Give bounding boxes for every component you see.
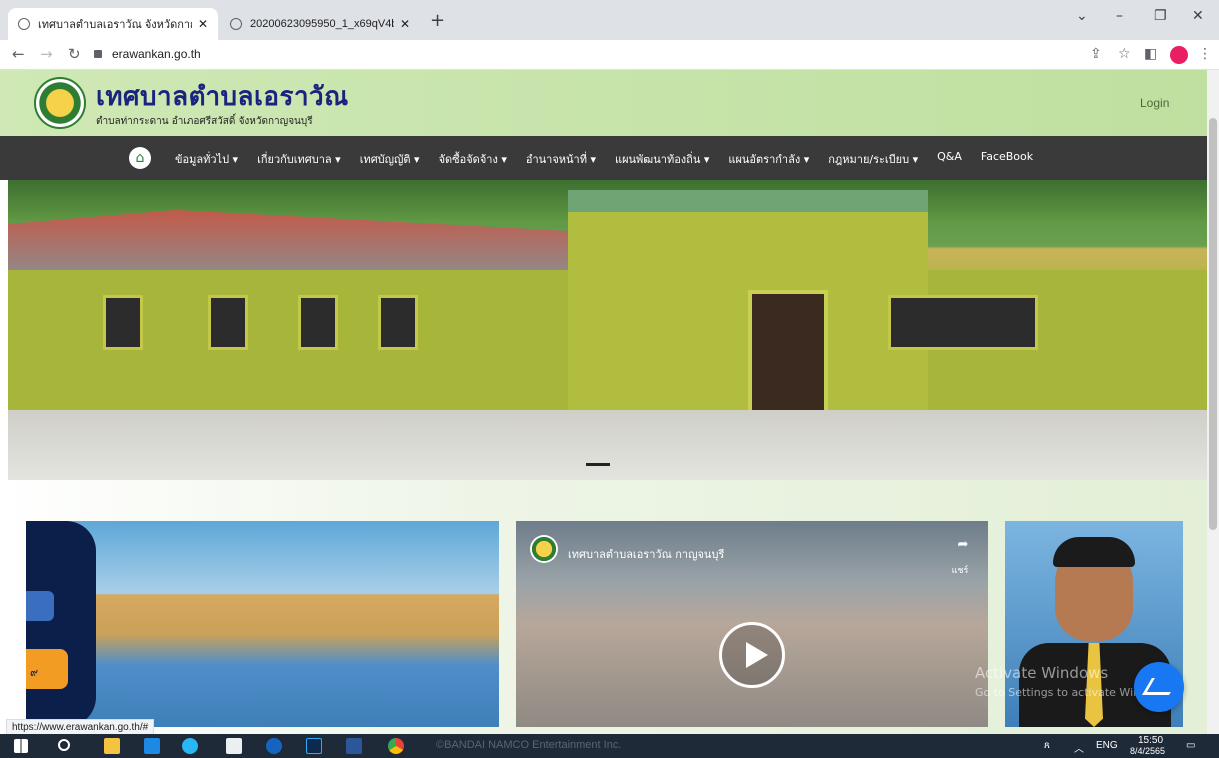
menu-staffing-plan[interactable]: แผนอัตรากำลัง ▾ bbox=[728, 150, 809, 168]
menu-facebook[interactable]: FaceBook bbox=[981, 150, 1033, 168]
browser-tab-strip: เทศบาลตำบลเอราวัณ จังหวัดกาญจนบุ ✕ 20200… bbox=[0, 0, 1219, 40]
hero-window bbox=[888, 295, 1038, 350]
menu-development-plan[interactable]: แผนพัฒนาท้องถิ่น ▾ bbox=[615, 150, 709, 168]
municipality-logo[interactable] bbox=[34, 77, 86, 129]
slider-indicator[interactable] bbox=[586, 463, 610, 466]
staff-photo-card[interactable]: ๙ bbox=[26, 521, 499, 727]
edge-icon[interactable] bbox=[266, 738, 282, 754]
close-tab-icon[interactable]: ✕ bbox=[400, 17, 410, 31]
back-icon[interactable]: ← bbox=[12, 45, 25, 63]
file-explorer-icon[interactable] bbox=[104, 738, 120, 754]
tab-search-icon[interactable]: ⌄ bbox=[1076, 8, 1088, 24]
windows-taskbar: ©BANDAI NAMCO Entertainment Inc. ጸ ︿ ENG… bbox=[0, 734, 1219, 758]
menu-about[interactable]: เกี่ยวกับเทศบาล ▾ bbox=[257, 150, 341, 168]
word-icon[interactable] bbox=[346, 738, 362, 754]
side-panel bbox=[26, 521, 96, 727]
hero-window bbox=[208, 295, 248, 350]
browser-tab-pdf[interactable]: 20200623095950_1_x69qV4b.pdf ✕ bbox=[220, 8, 420, 40]
menu-ordinances[interactable]: เทศบัญญัติ ▾ bbox=[360, 150, 420, 168]
side-button-orange[interactable]: ๙ bbox=[26, 649, 68, 689]
menu-laws[interactable]: กฎหมาย/ระเบียบ ▾ bbox=[828, 150, 918, 168]
internet-explorer-icon[interactable] bbox=[182, 738, 198, 754]
portrait-hair bbox=[1053, 537, 1135, 567]
side-button-blue[interactable] bbox=[26, 591, 54, 621]
clock-date[interactable]: 8/4/2565 bbox=[1130, 746, 1165, 756]
share-icon[interactable]: ➦ bbox=[948, 537, 978, 552]
notification-icon[interactable]: ▭ bbox=[1186, 740, 1195, 751]
video-embed[interactable]: เทศบาลตำบลเอราวัณ กาญจนบุรี ➦ แชร์ bbox=[516, 521, 988, 727]
side-panel-icon[interactable]: ◧ bbox=[1144, 46, 1157, 62]
menu-duties[interactable]: อำนาจหน้าที่ ▾ bbox=[526, 150, 596, 168]
photoshop-icon[interactable] bbox=[306, 738, 322, 754]
hero-window bbox=[103, 295, 143, 350]
chrome-icon[interactable] bbox=[388, 738, 404, 754]
play-button[interactable] bbox=[719, 622, 785, 688]
language-indicator[interactable]: ENG bbox=[1096, 740, 1118, 751]
windows-start-icon[interactable] bbox=[14, 739, 28, 753]
minimize-button[interactable]: – bbox=[1116, 8, 1123, 24]
bookmark-star-icon[interactable]: ☆ bbox=[1118, 46, 1131, 62]
globe-icon bbox=[230, 18, 242, 30]
scrollbar-thumb[interactable] bbox=[1209, 118, 1217, 530]
tab-title: 20200623095950_1_x69qV4b.pdf bbox=[250, 18, 394, 30]
reload-icon[interactable]: ↻ bbox=[68, 45, 81, 63]
home-icon[interactable]: ⌂ bbox=[129, 147, 151, 169]
address-bar[interactable]: erawankan.go.th bbox=[112, 47, 201, 61]
store-icon[interactable] bbox=[226, 738, 242, 754]
close-window-button[interactable]: ✕ bbox=[1192, 8, 1204, 24]
channel-logo[interactable] bbox=[530, 535, 558, 563]
clock-time[interactable]: 15:50 bbox=[1138, 735, 1163, 746]
forward-icon[interactable]: → bbox=[40, 45, 53, 63]
globe-icon bbox=[18, 18, 30, 30]
activate-windows-title: Activate Windows bbox=[975, 664, 1109, 682]
hero-ground bbox=[8, 410, 1207, 480]
main-menu: ⌂ ข้อมูลทั่วไป ▾ เกี่ยวกับเทศบาล ▾ เทศบั… bbox=[0, 136, 1207, 180]
menu-kebab-icon[interactable]: ⋮ bbox=[1198, 46, 1212, 62]
browser-tab-active[interactable]: เทศบาลตำบลเอราวัณ จังหวัดกาญจนบุ ✕ bbox=[8, 8, 218, 40]
site-subtitle: ตำบลท่ากระดาน อำเภอศรีสวัสดิ์ จังหวัดกาญ… bbox=[96, 116, 313, 127]
search-icon[interactable] bbox=[58, 739, 70, 751]
share-page-icon[interactable]: ⇪ bbox=[1090, 46, 1102, 62]
tab-title: เทศบาลตำบลเอราวัณ จังหวัดกาญจนบุ bbox=[38, 19, 192, 31]
new-tab-button[interactable]: + bbox=[430, 10, 445, 31]
hero-slider[interactable] bbox=[8, 180, 1207, 480]
site-title[interactable]: เทศบาลตำบลเอราวัณ bbox=[96, 76, 349, 117]
hero-door bbox=[748, 290, 828, 420]
maximize-button[interactable]: ❐ bbox=[1154, 8, 1167, 24]
hero-window bbox=[298, 295, 338, 350]
tray-chevron-icon[interactable]: ︿ bbox=[1074, 740, 1084, 755]
menu-qa[interactable]: Q&A bbox=[937, 150, 962, 168]
menu-general-info[interactable]: ข้อมูลทั่วไป ▾ bbox=[175, 150, 238, 168]
lock-icon bbox=[94, 50, 102, 58]
menu-procurement[interactable]: จัดซื้อจัดจ้าง ▾ bbox=[439, 150, 507, 168]
close-tab-icon[interactable]: ✕ bbox=[198, 17, 208, 31]
login-link[interactable]: Login bbox=[1140, 96, 1169, 110]
browser-toolbar: ← → ↻ erawankan.go.th ⇪ ☆ ◧ ⋮ bbox=[0, 40, 1219, 70]
taskbar-wallpaper-text: ©BANDAI NAMCO Entertainment Inc. bbox=[436, 739, 622, 751]
hero-window bbox=[378, 295, 418, 350]
share-label[interactable]: แชร์ bbox=[940, 563, 980, 577]
video-title[interactable]: เทศบาลตำบลเอราวัณ กาญจนบุรี bbox=[568, 545, 724, 563]
mail-icon[interactable] bbox=[144, 738, 160, 754]
people-icon[interactable]: ጸ bbox=[1044, 740, 1050, 751]
profile-avatar[interactable] bbox=[1170, 46, 1188, 64]
side-button-label: ๙ bbox=[30, 666, 39, 679]
site-header: เทศบาลตำบลเอราวัณ ตำบลท่ากระดาน อำเภอศรี… bbox=[0, 70, 1207, 136]
messenger-chat-icon[interactable] bbox=[1134, 662, 1184, 712]
